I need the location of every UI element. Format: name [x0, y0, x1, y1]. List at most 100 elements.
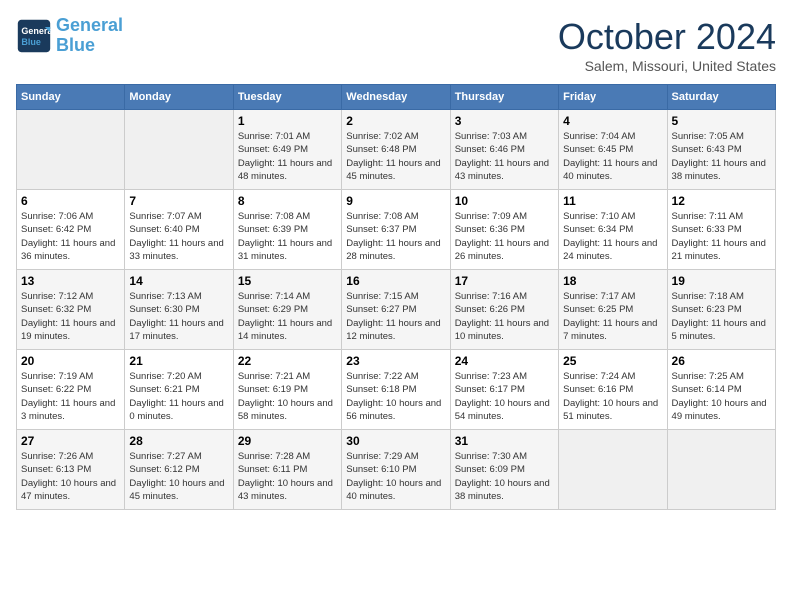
calendar-week-row: 20Sunrise: 7:19 AM Sunset: 6:22 PM Dayli…: [17, 350, 776, 430]
calendar-cell: 5 Sunrise: 7:05 AM Sunset: 6:43 PM Daylig…: [667, 110, 775, 190]
day-number: 21: [129, 354, 228, 368]
day-info: Sunrise: 7:26 AM Sunset: 6:13 PM Dayligh…: [21, 450, 120, 503]
day-info: Sunrise: 7:05 AM Sunset: 6:43 PM Dayligh…: [672, 130, 771, 183]
day-number: 25: [563, 354, 662, 368]
month-title: October 2024: [558, 16, 776, 58]
svg-text:Blue: Blue: [21, 37, 41, 47]
day-info: Sunrise: 7:24 AM Sunset: 6:16 PM Dayligh…: [563, 370, 662, 423]
day-info: Sunrise: 7:23 AM Sunset: 6:17 PM Dayligh…: [455, 370, 554, 423]
day-number: 9: [346, 194, 445, 208]
calendar-cell: 12 Sunrise: 7:11 AM Sunset: 6:33 PM Dayli…: [667, 190, 775, 270]
day-number: 31: [455, 434, 554, 448]
calendar-cell: 17 Sunrise: 7:16 AM Sunset: 6:26 PM Dayli…: [450, 270, 558, 350]
day-info: Sunrise: 7:22 AM Sunset: 6:18 PM Dayligh…: [346, 370, 445, 423]
logo-general: General: [56, 15, 123, 35]
day-info: Sunrise: 7:03 AM Sunset: 6:46 PM Dayligh…: [455, 130, 554, 183]
day-number: 20: [21, 354, 120, 368]
day-number: 15: [238, 274, 337, 288]
day-info: Sunrise: 7:07 AM Sunset: 6:40 PM Dayligh…: [129, 210, 228, 263]
day-info: Sunrise: 7:30 AM Sunset: 6:09 PM Dayligh…: [455, 450, 554, 503]
day-number: 4: [563, 114, 662, 128]
calendar-cell: 10Sunrise: 7:09 AM Sunset: 6:36 PM Dayli…: [450, 190, 558, 270]
calendar-week-row: 6 Sunrise: 7:06 AM Sunset: 6:42 PM Daylig…: [17, 190, 776, 270]
title-block: October 2024 Salem, Missouri, United Sta…: [558, 16, 776, 74]
location: Salem, Missouri, United States: [558, 58, 776, 74]
day-info: Sunrise: 7:16 AM Sunset: 6:26 PM Dayligh…: [455, 290, 554, 343]
calendar-cell: 13Sunrise: 7:12 AM Sunset: 6:32 PM Dayli…: [17, 270, 125, 350]
day-number: 29: [238, 434, 337, 448]
day-info: Sunrise: 7:10 AM Sunset: 6:34 PM Dayligh…: [563, 210, 662, 263]
day-info: Sunrise: 7:17 AM Sunset: 6:25 PM Dayligh…: [563, 290, 662, 343]
calendar-cell: 29 Sunrise: 7:28 AM Sunset: 6:11 PM Dayli…: [233, 430, 341, 510]
day-info: Sunrise: 7:11 AM Sunset: 6:33 PM Dayligh…: [672, 210, 771, 263]
day-info: Sunrise: 7:25 AM Sunset: 6:14 PM Dayligh…: [672, 370, 771, 423]
day-number: 11: [563, 194, 662, 208]
day-info: Sunrise: 7:28 AM Sunset: 6:11 PM Dayligh…: [238, 450, 337, 503]
weekday-header: Thursday: [450, 85, 558, 110]
day-number: 3: [455, 114, 554, 128]
day-number: 6: [21, 194, 120, 208]
weekday-header: Friday: [559, 85, 667, 110]
day-number: 22: [238, 354, 337, 368]
calendar-cell: 15 Sunrise: 7:14 AM Sunset: 6:29 PM Dayli…: [233, 270, 341, 350]
calendar-cell: [559, 430, 667, 510]
day-info: Sunrise: 7:02 AM Sunset: 6:48 PM Dayligh…: [346, 130, 445, 183]
day-number: 17: [455, 274, 554, 288]
weekday-header: Saturday: [667, 85, 775, 110]
calendar-cell: 23 Sunrise: 7:22 AM Sunset: 6:18 PM Dayli…: [342, 350, 450, 430]
calendar-cell: 11 Sunrise: 7:10 AM Sunset: 6:34 PM Dayli…: [559, 190, 667, 270]
day-number: 12: [672, 194, 771, 208]
day-info: Sunrise: 7:27 AM Sunset: 6:12 PM Dayligh…: [129, 450, 228, 503]
weekday-header: Monday: [125, 85, 233, 110]
calendar-cell: 9 Sunrise: 7:08 AM Sunset: 6:37 PM Daylig…: [342, 190, 450, 270]
calendar-cell: 30Sunrise: 7:29 AM Sunset: 6:10 PM Dayli…: [342, 430, 450, 510]
calendar-cell: 14 Sunrise: 7:13 AM Sunset: 6:30 PM Dayli…: [125, 270, 233, 350]
calendar-cell: 24Sunrise: 7:23 AM Sunset: 6:17 PM Dayli…: [450, 350, 558, 430]
calendar-week-row: 13Sunrise: 7:12 AM Sunset: 6:32 PM Dayli…: [17, 270, 776, 350]
day-number: 23: [346, 354, 445, 368]
page-header: General Blue General Blue October 2024 S…: [16, 16, 776, 74]
day-number: 19: [672, 274, 771, 288]
weekday-header-row: SundayMondayTuesdayWednesdayThursdayFrid…: [17, 85, 776, 110]
calendar-cell: 28 Sunrise: 7:27 AM Sunset: 6:12 PM Dayli…: [125, 430, 233, 510]
calendar-cell: [125, 110, 233, 190]
calendar-cell: 1Sunrise: 7:01 AM Sunset: 6:49 PM Daylig…: [233, 110, 341, 190]
calendar-table: SundayMondayTuesdayWednesdayThursdayFrid…: [16, 84, 776, 510]
calendar-cell: 7Sunrise: 7:07 AM Sunset: 6:40 PM Daylig…: [125, 190, 233, 270]
day-info: Sunrise: 7:12 AM Sunset: 6:32 PM Dayligh…: [21, 290, 120, 343]
calendar-cell: 21 Sunrise: 7:20 AM Sunset: 6:21 PM Dayli…: [125, 350, 233, 430]
calendar-cell: [667, 430, 775, 510]
day-info: Sunrise: 7:08 AM Sunset: 6:37 PM Dayligh…: [346, 210, 445, 263]
calendar-cell: 25 Sunrise: 7:24 AM Sunset: 6:16 PM Dayli…: [559, 350, 667, 430]
day-number: 26: [672, 354, 771, 368]
calendar-cell: 27 Sunrise: 7:26 AM Sunset: 6:13 PM Dayli…: [17, 430, 125, 510]
calendar-cell: 26 Sunrise: 7:25 AM Sunset: 6:14 PM Dayli…: [667, 350, 775, 430]
logo-icon: General Blue: [16, 18, 52, 54]
day-number: 30: [346, 434, 445, 448]
calendar-cell: [17, 110, 125, 190]
day-number: 14: [129, 274, 228, 288]
day-number: 28: [129, 434, 228, 448]
day-info: Sunrise: 7:09 AM Sunset: 6:36 PM Dayligh…: [455, 210, 554, 263]
day-info: Sunrise: 7:20 AM Sunset: 6:21 PM Dayligh…: [129, 370, 228, 423]
day-info: Sunrise: 7:18 AM Sunset: 6:23 PM Dayligh…: [672, 290, 771, 343]
day-number: 5: [672, 114, 771, 128]
day-number: 27: [21, 434, 120, 448]
calendar-cell: 4 Sunrise: 7:04 AM Sunset: 6:45 PM Daylig…: [559, 110, 667, 190]
calendar-cell: 8Sunrise: 7:08 AM Sunset: 6:39 PM Daylig…: [233, 190, 341, 270]
calendar-week-row: 1Sunrise: 7:01 AM Sunset: 6:49 PM Daylig…: [17, 110, 776, 190]
weekday-header: Tuesday: [233, 85, 341, 110]
calendar-cell: 31 Sunrise: 7:30 AM Sunset: 6:09 PM Dayli…: [450, 430, 558, 510]
calendar-cell: 19 Sunrise: 7:18 AM Sunset: 6:23 PM Dayli…: [667, 270, 775, 350]
weekday-header: Sunday: [17, 85, 125, 110]
day-info: Sunrise: 7:14 AM Sunset: 6:29 PM Dayligh…: [238, 290, 337, 343]
day-info: Sunrise: 7:04 AM Sunset: 6:45 PM Dayligh…: [563, 130, 662, 183]
calendar-cell: 18Sunrise: 7:17 AM Sunset: 6:25 PM Dayli…: [559, 270, 667, 350]
day-info: Sunrise: 7:15 AM Sunset: 6:27 PM Dayligh…: [346, 290, 445, 343]
calendar-cell: 20Sunrise: 7:19 AM Sunset: 6:22 PM Dayli…: [17, 350, 125, 430]
calendar-cell: 16Sunrise: 7:15 AM Sunset: 6:27 PM Dayli…: [342, 270, 450, 350]
logo-text: General Blue: [56, 16, 123, 56]
calendar-week-row: 27 Sunrise: 7:26 AM Sunset: 6:13 PM Dayli…: [17, 430, 776, 510]
day-info: Sunrise: 7:06 AM Sunset: 6:42 PM Dayligh…: [21, 210, 120, 263]
day-info: Sunrise: 7:13 AM Sunset: 6:30 PM Dayligh…: [129, 290, 228, 343]
